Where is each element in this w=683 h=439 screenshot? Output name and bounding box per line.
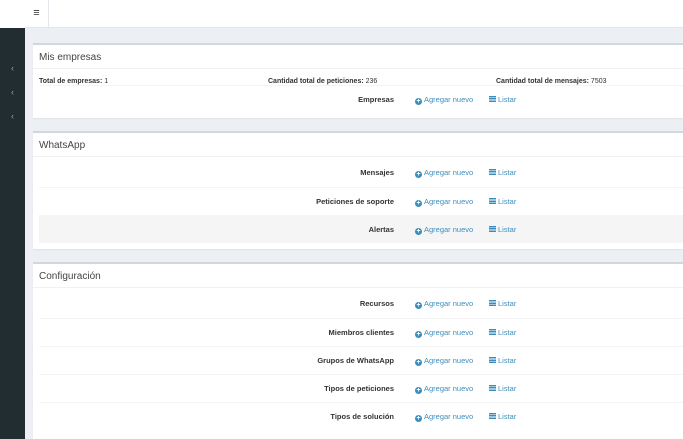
row-label: Grupos de WhatsApp (317, 356, 394, 365)
list-link[interactable]: Listar (489, 290, 516, 317)
total-label: Cantidad total de mensajes: (496, 77, 589, 85)
total-value: 1 (104, 77, 109, 85)
list-label: Listar (498, 384, 517, 393)
row-recursos: Recursos + Agregar nuevo Listar (39, 290, 683, 318)
list-label: Listar (498, 95, 517, 104)
row-empresas: Empresas + Agregar nuevo Listar (39, 85, 683, 113)
add-new-label: Agregar nuevo (424, 225, 474, 234)
row-tipos-peticiones: Tipos de peticiones + Agregar nuevo Lista… (39, 374, 683, 402)
list-link[interactable]: Listar (489, 86, 516, 113)
total-value: 236 (365, 77, 378, 85)
sidebar: ‹ ‹ ‹ (0, 0, 25, 439)
chevron-left-icon[interactable]: ‹ (0, 111, 25, 121)
total-value: 7503 (590, 77, 607, 85)
add-new-label: Agregar nuevo (424, 95, 474, 104)
list-icon (489, 96, 496, 102)
list-label: Listar (498, 299, 517, 308)
list-label: Listar (498, 168, 517, 177)
box-body: Mensajes + Agregar nuevo Listar Peticione… (33, 157, 683, 247)
plus-circle-icon: + (415, 302, 422, 309)
add-new-label: Agregar nuevo (424, 197, 474, 206)
list-icon (489, 385, 496, 391)
list-link[interactable]: Listar (489, 188, 516, 215)
list-icon (489, 169, 496, 175)
add-new-link[interactable]: + Agregar nuevo (415, 188, 473, 215)
list-link[interactable]: Listar (489, 403, 516, 430)
row-tipos-solucion: Tipos de solución + Agregar nuevo Listar (39, 402, 683, 430)
totals-row: Total de empresas: 1 Cantidad total de p… (39, 69, 683, 85)
top-navbar: ≡ (25, 0, 683, 28)
add-new-label: Agregar nuevo (424, 168, 474, 177)
list-icon (489, 198, 496, 204)
row-alertas: Alertas + Agregar nuevo Listar (39, 215, 683, 243)
list-icon (489, 226, 496, 232)
list-link[interactable]: Listar (489, 216, 516, 243)
box-body: Total de empresas: 1 Cantidad total de p… (33, 69, 683, 117)
box-title: Mis empresas (33, 45, 683, 69)
plus-circle-icon: + (415, 200, 422, 207)
row-grupos-whatsapp: Grupos de WhatsApp + Agregar nuevo Listar (39, 346, 683, 374)
add-new-link[interactable]: + Agregar nuevo (415, 319, 473, 346)
box-title: Configuración (33, 264, 683, 288)
list-label: Listar (498, 197, 517, 206)
row-label: Tipos de solución (330, 412, 394, 421)
add-new-link[interactable]: + Agregar nuevo (415, 216, 473, 243)
list-link[interactable]: Listar (489, 159, 516, 186)
plus-circle-icon: + (415, 387, 422, 394)
row-label: Empresas (358, 95, 394, 104)
list-link[interactable]: Listar (489, 319, 516, 346)
box-body: Recursos + Agregar nuevo Listar Miembros … (33, 288, 683, 434)
add-new-label: Agregar nuevo (424, 356, 474, 365)
add-new-label: Agregar nuevo (424, 384, 474, 393)
add-new-link[interactable]: + Agregar nuevo (415, 159, 473, 186)
row-mensajes: Mensajes + Agregar nuevo Listar (39, 159, 683, 187)
box-title: WhatsApp (33, 133, 683, 157)
plus-circle-icon: + (415, 359, 422, 366)
plus-circle-icon: + (415, 228, 422, 235)
list-label: Listar (498, 225, 517, 234)
add-new-link[interactable]: + Agregar nuevo (415, 86, 473, 113)
total-peticiones: Cantidad total de peticiones: 236 (268, 78, 377, 85)
list-label: Listar (498, 328, 517, 337)
add-new-label: Agregar nuevo (424, 299, 474, 308)
chevron-left-icon[interactable]: ‹ (0, 63, 25, 73)
list-label: Listar (498, 412, 517, 421)
total-label: Total de empresas: (39, 77, 103, 85)
list-icon (489, 300, 496, 306)
add-new-link[interactable]: + Agregar nuevo (415, 347, 473, 374)
box-mis-empresas: Mis empresas Total de empresas: 1 Cantid… (33, 43, 683, 118)
row-label: Peticiones de soporte (316, 197, 394, 206)
list-link[interactable]: Listar (489, 347, 516, 374)
row-label: Tipos de peticiones (324, 384, 394, 393)
total-empresas: Total de empresas: 1 (39, 78, 108, 85)
list-link[interactable]: Listar (489, 375, 516, 402)
add-new-link[interactable]: + Agregar nuevo (415, 403, 473, 430)
add-new-label: Agregar nuevo (424, 328, 474, 337)
plus-circle-icon: + (415, 171, 422, 178)
main-content: Mis empresas Total de empresas: 1 Cantid… (33, 43, 683, 439)
hamburger-menu-icon[interactable]: ≡ (25, 0, 49, 27)
list-icon (489, 329, 496, 335)
row-label: Mensajes (360, 168, 394, 177)
sidebar-logo-area (0, 0, 25, 28)
total-label: Cantidad total de peticiones: (268, 77, 364, 85)
box-configuracion: Configuración Recursos + Agregar nuevo Li… (33, 262, 683, 439)
row-miembros-clientes: Miembros clientes + Agregar nuevo Listar (39, 318, 683, 346)
list-icon (489, 413, 496, 419)
box-whatsapp: WhatsApp Mensajes + Agregar nuevo Listar … (33, 131, 683, 249)
row-peticiones-soporte: Peticiones de soporte + Agregar nuevo Lis… (39, 187, 683, 215)
total-mensajes: Cantidad total de mensajes: 7503 (496, 78, 607, 85)
row-label: Recursos (359, 299, 394, 308)
chevron-left-icon[interactable]: ‹ (0, 87, 25, 97)
plus-circle-icon: + (415, 331, 422, 338)
add-new-label: Agregar nuevo (424, 412, 474, 421)
list-label: Listar (498, 356, 517, 365)
add-new-link[interactable]: + Agregar nuevo (415, 290, 473, 317)
add-new-link[interactable]: + Agregar nuevo (415, 375, 473, 402)
plus-circle-icon: + (415, 415, 422, 422)
row-label: Alertas (368, 225, 394, 234)
plus-circle-icon: + (415, 98, 422, 105)
list-icon (489, 357, 496, 363)
row-label: Miembros clientes (328, 328, 394, 337)
